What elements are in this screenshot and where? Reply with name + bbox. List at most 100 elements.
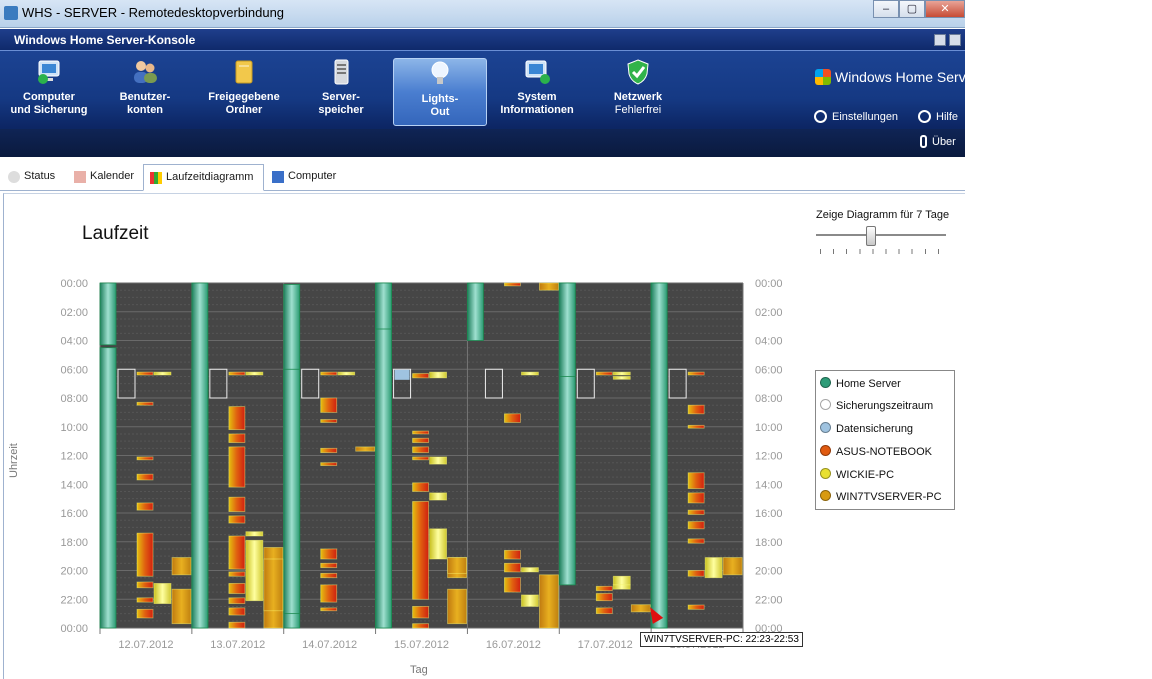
y-tick-label-left: 22:00 (60, 594, 88, 606)
minimize-button[interactable]: – (873, 0, 899, 18)
y-tick-label-left: 06:00 (60, 364, 88, 376)
y-tick-label-left: 18:00 (60, 537, 88, 549)
y-axis-title: Uhrzeit (8, 443, 20, 478)
bar-asus-notebook (504, 562, 521, 573)
runtime-chart: 12.07.2012 13.07.2012 14.07.2012 15.07.2012… (60, 278, 783, 651)
toolbar-system-information[interactable]: System Informationen (492, 57, 582, 123)
bar-asus-notebook (687, 521, 705, 530)
bar-wickie-pc (429, 456, 447, 465)
y-tick-label-left: 14:00 (60, 479, 88, 491)
tab-calendar[interactable]: Kalender (68, 164, 140, 191)
bar-asus-notebook (687, 371, 705, 376)
folder-icon (235, 60, 253, 84)
tab-computer[interactable]: Computer (266, 164, 344, 191)
bar-asus-notebook (136, 456, 154, 461)
console-title-bar: Windows Home Server-Konsole (0, 29, 965, 51)
bar-asus-notebook (136, 608, 154, 619)
rdp-title-bar: WHS - SERVER - Remotedesktopverbindung –… (0, 0, 965, 28)
bar-asus-notebook (412, 437, 429, 443)
bar-wickie-pc (245, 531, 264, 537)
bar-asus-notebook (320, 548, 338, 560)
bar-home-server (191, 282, 209, 629)
toolbar-computer-backup[interactable]: Computer und Sicherung (6, 57, 92, 123)
bar-wickie-pc (612, 371, 631, 376)
bar-home-server (467, 282, 484, 341)
legend-dot-home-server (820, 377, 831, 388)
bar-asus-notebook (687, 570, 705, 577)
y-tick-label-right: 16:00 (755, 508, 783, 520)
bar-asus-notebook (504, 577, 521, 593)
bar-wickie-pc (612, 376, 631, 380)
bar-wickie-pc (521, 371, 539, 376)
y-tick-label-left: 00:00 (60, 278, 88, 290)
settings-link[interactable]: Einstellungen (814, 110, 898, 123)
y-tick-label-left: 16:00 (60, 508, 88, 520)
about-link[interactable]: Über (920, 135, 956, 148)
bar-asus-notebook (687, 604, 705, 610)
system-info-icon (525, 60, 550, 84)
bar-asus-notebook (595, 593, 613, 602)
bar-asus-notebook (595, 371, 613, 376)
bar-asus-notebook (228, 446, 246, 488)
bar-asus-notebook (320, 419, 338, 423)
toolbar-user-accounts[interactable]: Benutzer-konten (104, 57, 186, 123)
bar-wickie-pc (612, 584, 631, 590)
calendar-icon (74, 171, 86, 183)
bar-home-server (283, 368, 301, 615)
y-tick-label-right: 04:00 (755, 336, 783, 348)
remote-desktop-icon (4, 6, 18, 20)
legend-item: WICKIE-PC (820, 468, 894, 481)
days-slider-track[interactable] (816, 234, 946, 236)
bar-asus-notebook (228, 583, 246, 594)
toolbar-shared-folders[interactable]: Freigegebene Ordner (198, 57, 290, 123)
bar-asus-notebook (504, 282, 521, 287)
legend-item: Sicherungszeitraum (820, 399, 933, 412)
bar-asus-notebook (228, 406, 246, 431)
tab-runtime-chart[interactable]: Laufzeitdiagramm (143, 164, 264, 191)
x-axis-title: Tag (410, 664, 428, 676)
bar-asus-notebook (228, 571, 246, 577)
legend-dot-backup (820, 422, 831, 433)
legend-item: Datensicherung (820, 422, 913, 435)
bar-chart-icon (150, 172, 162, 184)
y-tick-label-left: 02:00 (60, 307, 88, 319)
bar-asus-notebook (412, 606, 429, 619)
bar-asus-notebook (687, 424, 705, 429)
x-tick-label: 12.07.2012 (118, 639, 173, 651)
toolbar-lights-out[interactable]: Lights- Out (393, 58, 487, 126)
chart-legend: Home Server Sicherungszeitraum Datensich… (815, 370, 955, 510)
legend-item: ASUS-NOTEBOOK (820, 445, 932, 458)
days-slider-ticks (820, 249, 946, 254)
help-link[interactable]: Hilfe (918, 110, 958, 123)
tab-status[interactable]: Status (2, 164, 64, 191)
users-icon (134, 61, 157, 83)
legend-dot-backup-window (820, 399, 831, 410)
bar-win7tvserver-pc (355, 446, 376, 452)
status-icon (8, 171, 20, 183)
bar-home-server (650, 282, 668, 629)
toolbar-network-status[interactable]: Netzwerk Fehlerfrei (594, 57, 682, 123)
bar-asus-notebook (320, 607, 338, 612)
window-controls: – ▢ ✕ (873, 0, 965, 18)
maximize-button[interactable]: ▢ (899, 0, 925, 18)
bar-win7tvserver-pc (263, 558, 284, 612)
bar-win7tvserver-pc (447, 557, 467, 574)
bar-asus-notebook (320, 584, 338, 603)
legend-item: Home Server (820, 377, 901, 390)
console-minimize-button[interactable] (934, 34, 946, 46)
bar-win7tvserver-pc (722, 557, 743, 576)
close-button[interactable]: ✕ (925, 0, 965, 18)
bar-wickie-pc (337, 371, 356, 376)
days-slider-thumb[interactable] (866, 226, 876, 246)
bar-asus-notebook (228, 535, 246, 570)
bar-asus-notebook (412, 430, 429, 435)
legend-dot-wickie (820, 468, 831, 479)
bar-win7tvserver-pc (171, 588, 192, 625)
y-tick-label-right: 12:00 (755, 451, 783, 463)
days-slider-label: Zeige Diagramm für 7 Tage (816, 209, 950, 221)
y-tick-label-left: 20:00 (60, 566, 88, 578)
console-restore-button[interactable] (949, 34, 961, 46)
toolbar-server-storage[interactable]: Server-speicher (300, 57, 382, 123)
y-tick-label-right: 22:00 (755, 594, 783, 606)
bar-asus-notebook (228, 515, 246, 524)
